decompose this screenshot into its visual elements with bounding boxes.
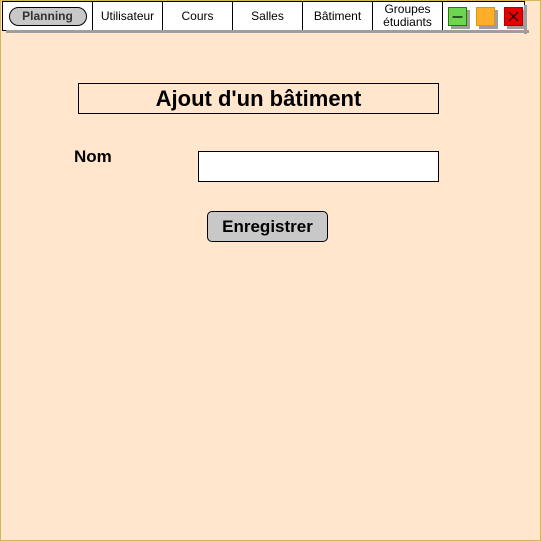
- menu-item-planning-label: Planning: [22, 8, 73, 23]
- menu-item-salles[interactable]: Salles: [233, 2, 303, 30]
- planning-pill[interactable]: Planning: [8, 6, 87, 26]
- maximize-icon: [476, 6, 495, 26]
- maximize-button[interactable]: [476, 6, 498, 29]
- window-controls: [443, 2, 526, 30]
- menu-item-groupes-etudiants[interactable]: Groupes étudiants: [373, 2, 443, 30]
- close-button[interactable]: [504, 6, 526, 29]
- menu-item-batiment[interactable]: Bâtiment: [303, 2, 373, 30]
- menu-item-groupes-etudiants-label: Groupes étudiants: [383, 3, 432, 29]
- menu-item-groupes-line1: Groupes: [384, 2, 431, 16]
- menu-item-batiment-label: Bâtiment: [313, 8, 362, 23]
- menu-item-cours[interactable]: Cours: [163, 2, 233, 30]
- page-title: Ajout d'un bâtiment: [78, 83, 439, 114]
- menu-item-cours-label: Cours: [181, 8, 214, 23]
- menu-item-utilisateur-label: Utilisateur: [100, 8, 155, 23]
- close-icon: [504, 6, 523, 26]
- save-button[interactable]: Enregistrer: [207, 211, 328, 242]
- menu-item-groupes-line2: étudiants: [383, 15, 432, 29]
- menu-item-salles-label: Salles: [251, 8, 284, 23]
- name-label: Nom: [74, 147, 112, 166]
- name-input[interactable]: [198, 151, 439, 182]
- minimize-button[interactable]: [448, 6, 470, 29]
- app-window: Planning Utilisateur Cours Salles Bâtime…: [0, 0, 541, 541]
- menu-item-utilisateur[interactable]: Utilisateur: [93, 2, 163, 30]
- menu-item-planning[interactable]: Planning: [3, 2, 93, 30]
- minimize-icon: [448, 6, 467, 26]
- menu-bar: Planning Utilisateur Cours Salles Bâtime…: [2, 1, 529, 34]
